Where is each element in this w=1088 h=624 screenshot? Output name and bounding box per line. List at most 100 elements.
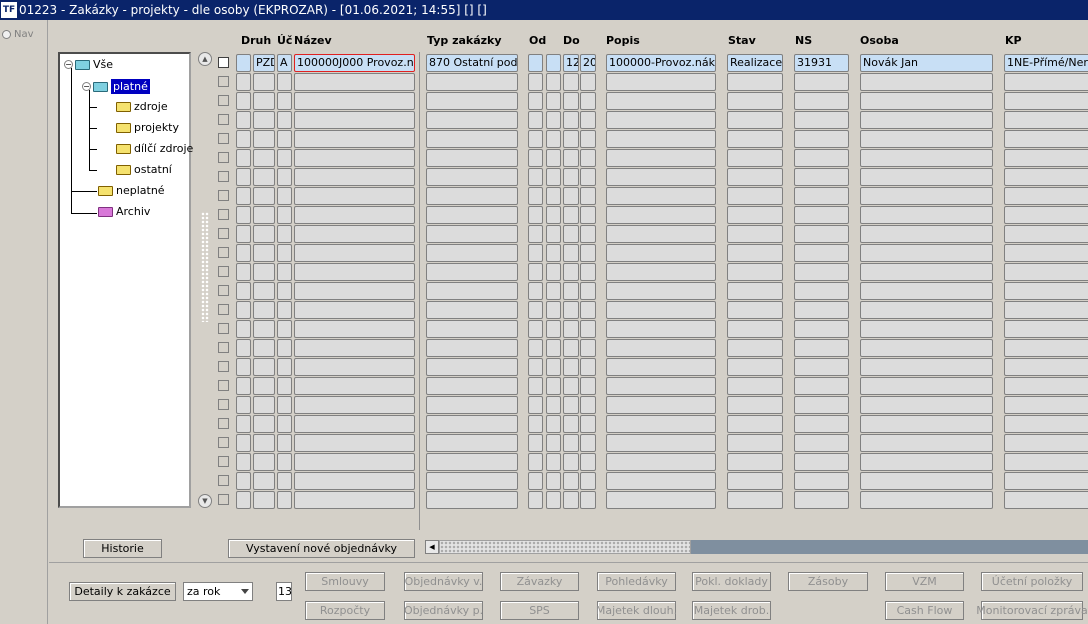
table-cell[interactable]: [1004, 339, 1088, 357]
table-cell[interactable]: [528, 225, 543, 243]
accounting-items-button[interactable]: Účetní položky: [981, 572, 1083, 591]
table-cell[interactable]: [580, 187, 596, 205]
cell-flag[interactable]: [236, 54, 251, 72]
table-cell[interactable]: [528, 396, 543, 414]
table-cell[interactable]: [277, 187, 292, 205]
table-row[interactable]: [218, 396, 1088, 415]
table-cell[interactable]: [253, 225, 275, 243]
table-cell[interactable]: [1004, 187, 1088, 205]
table-row[interactable]: [218, 301, 1088, 320]
table-cell[interactable]: [528, 73, 543, 91]
table-row[interactable]: [218, 339, 1088, 358]
table-cell[interactable]: [1004, 111, 1088, 129]
table-cell[interactable]: [727, 168, 783, 186]
table-cell[interactable]: [546, 263, 561, 281]
table-cell[interactable]: [794, 339, 849, 357]
row-checkbox[interactable]: [218, 456, 229, 467]
table-cell[interactable]: [528, 320, 543, 338]
table-cell[interactable]: [236, 434, 251, 452]
table-cell[interactable]: [580, 130, 596, 148]
table-cell[interactable]: [236, 225, 251, 243]
table-cell[interactable]: [426, 225, 518, 243]
table-cell[interactable]: [277, 396, 292, 414]
scroll-left-icon[interactable]: ◀: [425, 540, 439, 554]
table-cell[interactable]: [426, 358, 518, 376]
table-cell[interactable]: [528, 434, 543, 452]
table-row[interactable]: [218, 111, 1088, 130]
table-cell[interactable]: [580, 396, 596, 414]
table-cell[interactable]: [528, 377, 543, 395]
table-cell[interactable]: [606, 92, 716, 110]
table-cell[interactable]: [426, 92, 518, 110]
table-cell[interactable]: [294, 73, 415, 91]
table-cell[interactable]: [563, 130, 579, 148]
table-cell[interactable]: [528, 168, 543, 186]
new-order-button[interactable]: Vystavení nové objednávky: [228, 539, 415, 558]
table-cell[interactable]: [860, 73, 993, 91]
table-cell[interactable]: [236, 282, 251, 300]
cash-documents-button[interactable]: Pokl. doklady: [692, 572, 771, 591]
table-cell[interactable]: [580, 111, 596, 129]
table-cell[interactable]: [727, 491, 783, 509]
category-tree[interactable]: − Vše − platné zdroje projekty dílčí zdr…: [58, 52, 193, 508]
table-cell[interactable]: [253, 263, 275, 281]
table-cell[interactable]: [580, 92, 596, 110]
table-cell[interactable]: [860, 491, 993, 509]
table-row[interactable]: [218, 187, 1088, 206]
table-cell[interactable]: [426, 282, 518, 300]
scroll-up-icon[interactable]: ▲: [198, 52, 212, 66]
table-cell[interactable]: [546, 244, 561, 262]
table-cell[interactable]: [727, 320, 783, 338]
table-cell[interactable]: [606, 301, 716, 319]
table-row[interactable]: [218, 92, 1088, 111]
table-row[interactable]: [218, 263, 1088, 282]
table-cell[interactable]: [426, 73, 518, 91]
table-cell[interactable]: [580, 282, 596, 300]
table-cell[interactable]: [253, 301, 275, 319]
table-cell[interactable]: [727, 92, 783, 110]
row-checkbox[interactable]: [218, 133, 229, 144]
table-cell[interactable]: [1004, 434, 1088, 452]
nav-toggle[interactable]: Nav: [2, 29, 34, 40]
table-cell[interactable]: [563, 415, 579, 433]
table-cell[interactable]: [794, 244, 849, 262]
table-cell[interactable]: [277, 263, 292, 281]
row-checkbox[interactable]: [218, 57, 229, 68]
table-cell[interactable]: [563, 282, 579, 300]
table-cell[interactable]: [580, 225, 596, 243]
table-cell[interactable]: [580, 301, 596, 319]
table-cell[interactable]: [294, 301, 415, 319]
table-row[interactable]: [218, 168, 1088, 187]
table-cell[interactable]: [727, 263, 783, 281]
table-cell[interactable]: [277, 320, 292, 338]
row-checkbox[interactable]: [218, 304, 229, 315]
table-cell[interactable]: [606, 472, 716, 490]
table-cell[interactable]: [580, 263, 596, 281]
table-cell[interactable]: [528, 301, 543, 319]
table-row[interactable]: [218, 415, 1088, 434]
table-row[interactable]: [218, 225, 1088, 244]
row-checkbox[interactable]: [218, 228, 229, 239]
table-cell[interactable]: [294, 111, 415, 129]
table-cell[interactable]: [236, 301, 251, 319]
table-cell[interactable]: [563, 358, 579, 376]
orders-received-button[interactable]: Objednávky p.: [404, 601, 483, 620]
collapse-icon[interactable]: −: [82, 82, 91, 91]
table-cell[interactable]: [727, 130, 783, 148]
table-cell[interactable]: [277, 453, 292, 471]
table-cell[interactable]: [236, 377, 251, 395]
table-cell[interactable]: [1004, 358, 1088, 376]
table-cell[interactable]: [606, 149, 716, 167]
table-cell[interactable]: [563, 396, 579, 414]
table-cell[interactable]: [277, 206, 292, 224]
tree-node-dilci-zdroje[interactable]: dílčí zdroje: [116, 142, 193, 155]
table-cell[interactable]: [546, 377, 561, 395]
table-cell[interactable]: [277, 73, 292, 91]
table-cell[interactable]: [1004, 396, 1088, 414]
table-cell[interactable]: [236, 453, 251, 471]
table-cell[interactable]: [528, 453, 543, 471]
table-cell[interactable]: [546, 187, 561, 205]
table-row[interactable]: [218, 149, 1088, 168]
table-cell[interactable]: [426, 168, 518, 186]
cell-uc[interactable]: A: [277, 54, 292, 72]
